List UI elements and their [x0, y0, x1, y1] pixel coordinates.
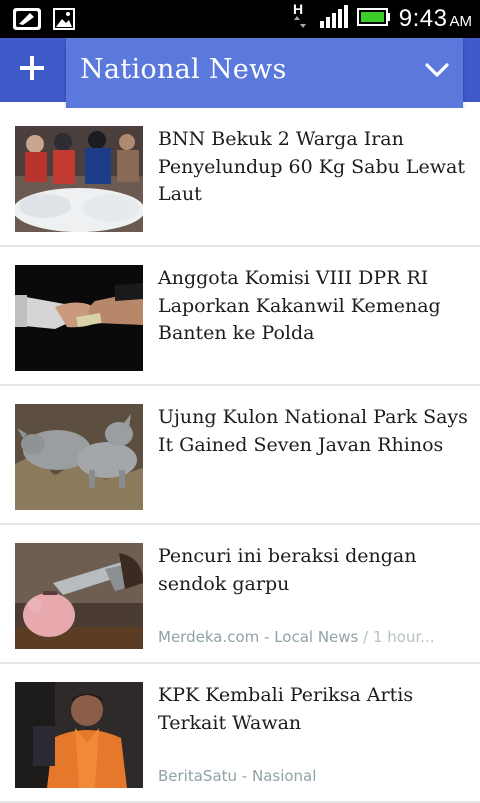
news-source: Merdeka.com - Local News: [158, 628, 359, 646]
category-selector[interactable]: National News: [66, 38, 463, 108]
news-item[interactable]: KPK Kembali Periksa Artis Terkait Wawan …: [0, 664, 480, 803]
news-time: / 1 hour...: [358, 628, 435, 646]
news-thumbnail: [15, 543, 143, 649]
news-headline: Pencuri ini beraksi dengan sendok garpu: [158, 545, 417, 595]
svg-text:H: H: [293, 1, 303, 17]
battery-icon: [356, 7, 391, 32]
action-bar: National News: [0, 38, 480, 108]
news-thumbnail: [15, 265, 143, 371]
status-bar: H 9:43 AM: [0, 0, 480, 38]
page-title: National News: [80, 54, 287, 85]
news-headline: Anggota Komisi VIII DPR RI Laporkan Kaka…: [158, 267, 441, 344]
news-thumbnail: [15, 404, 143, 510]
chevron-down-icon: [425, 62, 449, 83]
news-headline: Ujung Kulon National Park Says It Gained…: [158, 406, 468, 456]
status-time: 9:43 AM: [398, 5, 472, 32]
whatsapp-icon: [12, 7, 42, 36]
add-button[interactable]: [0, 38, 64, 102]
news-thumbnail: [15, 126, 143, 232]
news-meta: BeritaSatu - Nasional: [158, 767, 463, 785]
network-h-icon: H: [289, 0, 311, 39]
news-feed: BNN Bekuk 2 Warga Iran Penyelundup 60 Kg…: [0, 108, 480, 803]
news-thumbnail: [15, 682, 143, 788]
news-headline: KPK Kembali Periksa Artis Terkait Wawan: [158, 684, 414, 734]
news-source: BeritaSatu - Nasional: [158, 767, 317, 785]
news-item[interactable]: BNN Bekuk 2 Warga Iran Penyelundup 60 Kg…: [0, 108, 480, 247]
news-item[interactable]: Ujung Kulon National Park Says It Gained…: [0, 386, 480, 525]
gallery-icon: [52, 7, 76, 36]
news-item[interactable]: Pencuri ini beraksi dengan sendok garpu …: [0, 525, 480, 664]
plus-icon: [19, 55, 45, 86]
news-item[interactable]: Anggota Komisi VIII DPR RI Laporkan Kaka…: [0, 247, 480, 386]
news-headline: BNN Bekuk 2 Warga Iran Penyelundup 60 Kg…: [158, 128, 466, 205]
signal-icon: [319, 4, 349, 34]
news-meta: Merdeka.com - Local News / 1 hour...: [158, 628, 463, 646]
